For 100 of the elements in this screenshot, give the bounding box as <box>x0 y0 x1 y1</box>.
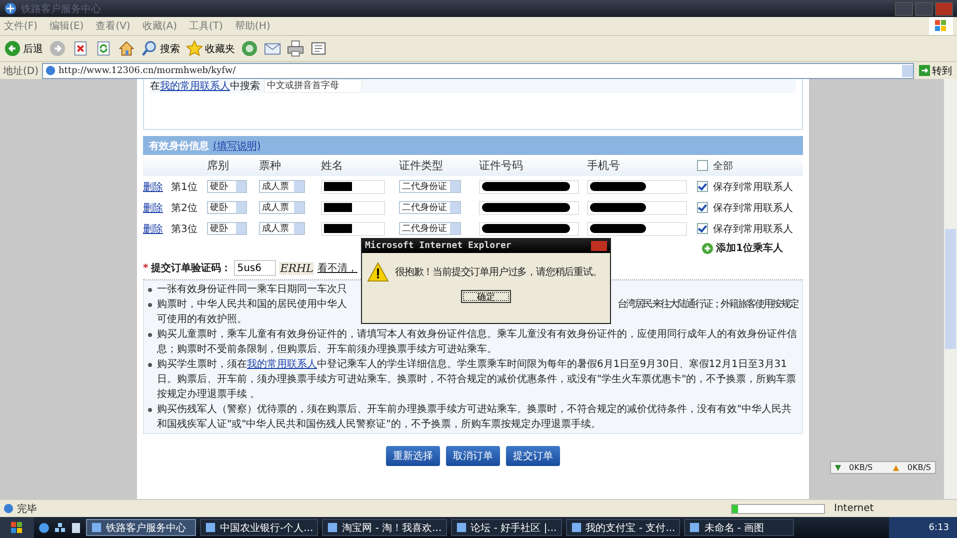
phone-field[interactable] <box>587 200 687 214</box>
print-button[interactable] <box>287 40 304 57</box>
upload-arrow-icon <box>893 464 900 470</box>
id-type-select[interactable]: 二代身份证 <box>399 180 461 193</box>
id-number-field[interactable] <box>479 180 579 194</box>
warning-icon <box>367 262 389 282</box>
upload-speed: 0KB/S <box>907 463 931 472</box>
add-passenger-link[interactable]: 添加1位乘车人 <box>702 241 783 255</box>
media-button[interactable] <box>241 40 258 57</box>
clock: 6:13 <box>928 522 949 532</box>
checkbox[interactable] <box>697 181 708 192</box>
network-icon[interactable] <box>54 522 66 534</box>
bullet-icon <box>148 363 152 367</box>
ticket-type-select[interactable]: 成人票 <box>259 201 305 214</box>
taskbar-item[interactable]: 论坛 - 好手社区 |... <box>450 519 562 536</box>
start-button[interactable] <box>0 517 34 538</box>
delete-link[interactable]: 删除 <box>143 222 169 236</box>
redaction-mark <box>590 182 646 191</box>
column-header: 证件号码 <box>479 158 524 173</box>
help-link[interactable]: (填写说明) <box>213 138 261 152</box>
redaction-mark <box>590 203 646 212</box>
taskbar-item[interactable]: 淘宝网 - 淘！我喜欢... <box>322 519 447 536</box>
windows-logo-icon <box>929 17 953 35</box>
stop-button[interactable] <box>72 40 89 57</box>
status-text: 完毕 <box>17 502 37 516</box>
name-field[interactable] <box>321 200 385 214</box>
note-text: 购票时，中华人民共和国的居民使用中华人 <box>157 298 347 312</box>
refresh-captcha-link[interactable]: 看不清， <box>317 261 358 275</box>
id-number-field[interactable] <box>479 200 579 214</box>
checkbox[interactable] <box>697 160 708 171</box>
id-number-field[interactable] <box>479 222 579 236</box>
taskbar-item[interactable]: 中国农业银行-个人... <box>200 519 318 536</box>
menu-item[interactable]: 文件(F) <box>4 19 38 33</box>
redaction-mark <box>324 203 352 212</box>
phone-field[interactable] <box>587 180 687 194</box>
printer-icon <box>287 40 304 57</box>
home-button[interactable] <box>118 40 135 57</box>
go-button[interactable]: 转到 <box>917 64 954 78</box>
form-button[interactable]: 取消订单 <box>446 446 500 466</box>
redaction-mark <box>324 182 352 191</box>
menu-item[interactable]: 收藏(A) <box>142 19 177 33</box>
stop-icon <box>72 40 89 57</box>
passenger-position: 第2位 <box>171 202 198 214</box>
redaction-mark <box>590 224 646 233</box>
contacts-link[interactable]: 我的常用联系人 <box>247 359 317 370</box>
note-text: 购买儿童票时，乘车儿童有有效身份证件的，请填写本人有效身份证件信息。乘车儿童没有有效身份证件的，应使用同行成年人的有效身份证件信息；购票时不受前条限制，但购票后、开车前须办理换票手续方可进站乘车。 <box>157 328 798 357</box>
form-button[interactable]: 提交订单 <box>506 446 560 466</box>
captcha-field[interactable]: 5us6 <box>234 260 276 276</box>
form-button[interactable]: 重新选择 <box>386 446 440 466</box>
menu-item[interactable]: 查看(V) <box>96 19 130 33</box>
save-contact-label: 保存到常用联系人 <box>713 202 793 214</box>
menu-item[interactable]: 编辑(E) <box>50 19 84 33</box>
save-contact-label: 保存到常用联系人 <box>713 222 793 236</box>
refresh-button[interactable] <box>95 40 112 57</box>
save-contact-label: 保存到常用联系人 <box>713 180 793 194</box>
edit-button[interactable] <box>310 40 327 57</box>
checkbox[interactable] <box>697 202 708 213</box>
menu-item[interactable]: 工具(T) <box>189 19 223 33</box>
captcha-image: ERHL <box>279 262 314 274</box>
search-icon <box>141 40 158 57</box>
name-field[interactable] <box>321 180 385 194</box>
name-field[interactable] <box>321 222 385 236</box>
scrollbar[interactable] <box>944 79 957 499</box>
checkbox[interactable] <box>697 223 708 234</box>
note-text: 台湾居民来往大陆通行证；外籍旅客使用按规定 <box>617 298 798 312</box>
browser-icon[interactable] <box>38 522 50 534</box>
delete-link[interactable]: 删除 <box>143 200 169 214</box>
ticket-type-select[interactable]: 成人票 <box>259 180 305 193</box>
window-title: 铁路客户服务中心 <box>21 2 101 16</box>
note-text: 可使用的有效护照。 <box>157 314 247 325</box>
id-type-select[interactable]: 二代身份证 <box>399 201 461 214</box>
favorites-button[interactable]: 收藏夹 <box>186 40 235 57</box>
seat-select[interactable]: 硬卧 <box>207 180 247 193</box>
document-icon[interactable] <box>70 522 82 534</box>
menu-item[interactable]: 帮助(H) <box>234 19 270 33</box>
id-type-select[interactable]: 二代身份证 <box>399 222 461 235</box>
address-field[interactable]: http://www.12306.cn/mormhweb/kyfw/ <box>42 62 914 78</box>
taskbar-item[interactable]: 铁路客户服务中心 <box>86 519 196 536</box>
page-icon <box>44 65 56 76</box>
search-field[interactable]: 中文或拼音首字母 <box>264 79 362 93</box>
window-icon <box>205 522 216 533</box>
download-arrow-icon <box>835 464 841 470</box>
ticket-type-select[interactable]: 成人票 <box>259 222 305 235</box>
taskbar-item[interactable]: 我的支付宝 - 支付... <box>566 519 680 536</box>
seat-select[interactable]: 硬卧 <box>207 201 247 214</box>
contacts-link[interactable]: 我的常用联系人 <box>160 81 230 92</box>
back-button[interactable]: 后退 <box>4 40 43 57</box>
seat-select[interactable]: 硬卧 <box>207 222 247 235</box>
page-icon <box>3 503 14 514</box>
section-title: 有效身份信息 <box>149 140 209 152</box>
delete-link[interactable]: 删除 <box>143 180 169 194</box>
browser-icon <box>4 2 17 15</box>
phone-field[interactable] <box>587 222 687 236</box>
download-speed: 0KB/S <box>849 463 873 472</box>
note-text: 购买伤残军人（警察）优待票的，须在购票后、开车前办理换票手续方可进站乘车。换票时，不符合规定的减价优待条件，没有有效"中华人民共和国残疾军人证"或"中华人民共和国伤残人民警察证"的，不予换票，所购车票按规定办理退票手续。 <box>157 402 793 432</box>
taskbar-item[interactable]: 未命名 - 画图 <box>684 519 794 536</box>
edit-icon <box>310 40 327 57</box>
windows-logo-icon <box>10 520 24 534</box>
window-icon <box>91 522 102 533</box>
search-button[interactable]: 搜索 <box>141 40 180 57</box>
